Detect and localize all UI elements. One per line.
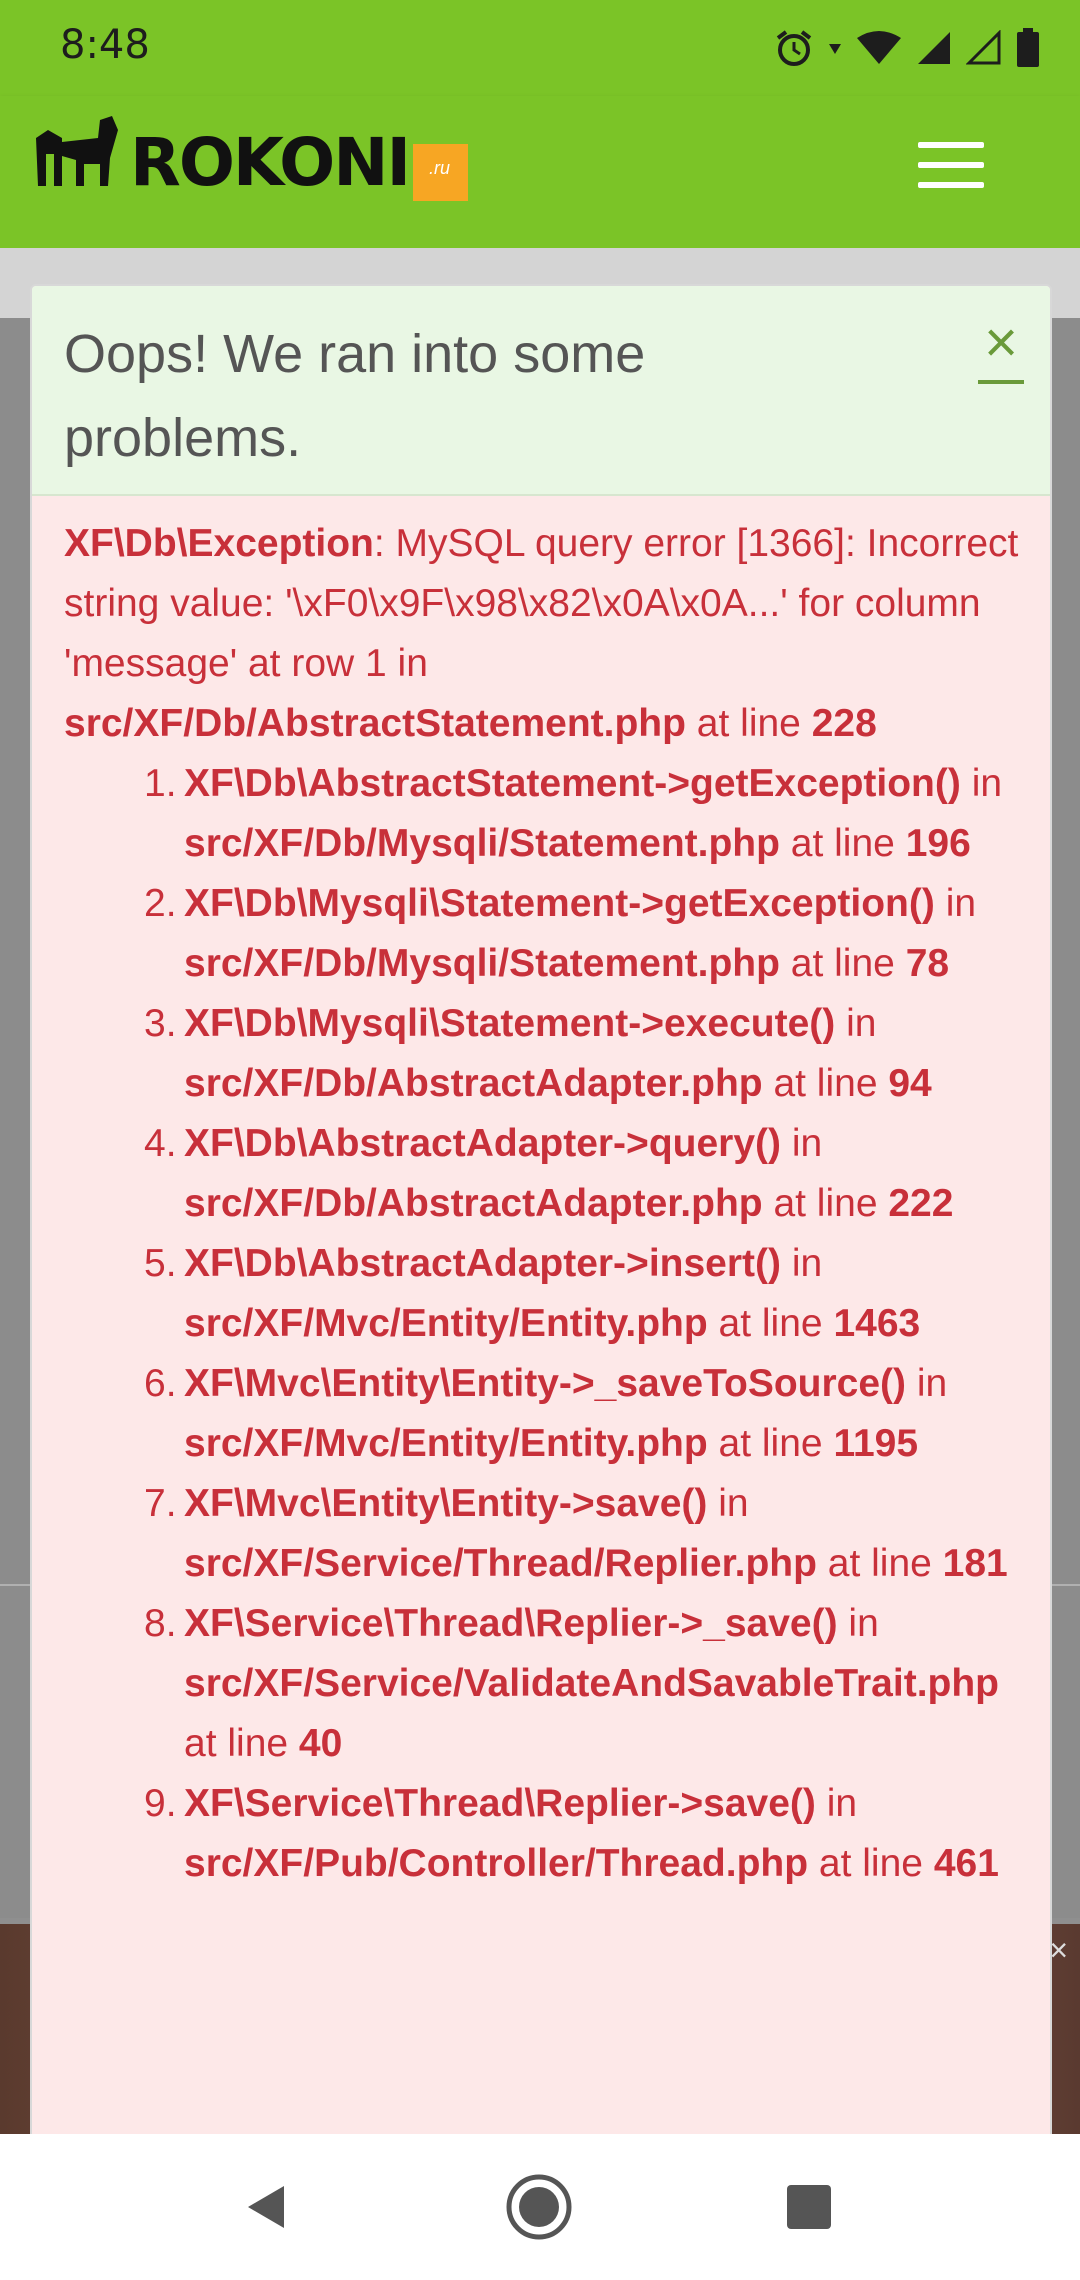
- trace-item: 3. XF\Db\Mysqli\Statement->execute() in s…: [64, 994, 1020, 1114]
- data-arrow-icon: [829, 44, 841, 54]
- trace-item: 1. XF\Db\AbstractStatement->getException(…: [64, 754, 1020, 874]
- trace-file: src/XF/Db/AbstractAdapter.php: [184, 1182, 763, 1225]
- trace-file: src/XF/Mvc/Entity/Entity.php: [184, 1422, 708, 1465]
- signal-empty-icon: [966, 30, 1001, 65]
- trace-number: 4.: [144, 1122, 177, 1165]
- hamburger-menu-icon[interactable]: [918, 142, 988, 190]
- alarm-icon: [776, 30, 812, 66]
- signal-icon: [918, 32, 950, 64]
- trace-number: 3.: [144, 1002, 177, 1045]
- trace-file: src/XF/Service/ValidateAndSavableTrait.p…: [184, 1662, 1000, 1705]
- horse-logo-icon: [36, 116, 118, 186]
- trace-item: 9. XF\Service\Thread\Replier->save() in s…: [64, 1774, 1020, 1894]
- trace-item: 2. XF\Db\Mysqli\Statement->getException()…: [64, 874, 1020, 994]
- trace-file: src/XF/Db/Mysqli/Statement.php: [184, 942, 780, 985]
- trace-item: 6. XF\Mvc\Entity\Entity->_saveToSource() …: [64, 1354, 1020, 1474]
- site-header: ROKONI .ru: [0, 96, 1080, 248]
- status-clock: 8:48: [60, 22, 150, 68]
- trace-number: 8.: [144, 1602, 177, 1645]
- trace-function: XF\Mvc\Entity\Entity->_saveToSource(): [184, 1362, 907, 1405]
- recents-icon[interactable]: [774, 2172, 844, 2242]
- trace-line: 94: [888, 1062, 932, 1105]
- trace-item: 5. XF\Db\AbstractAdapter->insert() in src…: [64, 1234, 1020, 1354]
- trace-in: in: [835, 1002, 877, 1045]
- trace-number: 9.: [144, 1782, 177, 1825]
- trace-function: XF\Db\Mysqli\Statement->execute(): [184, 1002, 836, 1045]
- trace-file: src/XF/Service/Thread/Replier.php: [184, 1542, 817, 1585]
- trace-line: 222: [888, 1182, 954, 1225]
- trace-at-line: at line: [707, 1302, 834, 1345]
- wifi-icon: [857, 31, 901, 64]
- trace-at-line: at line: [707, 1422, 834, 1465]
- trace-in: in: [781, 1122, 823, 1165]
- trace-number: 7.: [144, 1482, 177, 1525]
- trace-item: 8. XF\Service\Thread\Replier->_save() in …: [64, 1594, 1020, 1774]
- logo-tld: .ru: [413, 143, 469, 201]
- trace-line: 40: [298, 1722, 343, 1765]
- trace-number: 6.: [144, 1362, 177, 1405]
- trace-line: 196: [905, 822, 971, 865]
- trace-at-line: at line: [762, 1182, 889, 1225]
- trace-at-line: at line: [808, 1842, 934, 1885]
- trace-at-line: at line: [762, 1062, 889, 1105]
- trace-file: src/XF/Db/Mysqli/Statement.php: [184, 822, 780, 865]
- trace-at-line: at line: [816, 1542, 943, 1585]
- trace-file: src/XF/Pub/Controller/Thread.php: [184, 1842, 809, 1885]
- trace-in: in: [781, 1242, 823, 1285]
- ad-close-icon[interactable]: ×: [1049, 1932, 1068, 1969]
- battery-icon: [1017, 28, 1039, 67]
- error-title: Oops! We ran into some problems.: [64, 324, 646, 468]
- logo-text: ROKONI: [130, 124, 411, 201]
- trace-function: XF\Db\AbstractStatement->getException(): [184, 762, 961, 805]
- site-logo[interactable]: ROKONI .ru: [28, 108, 469, 218]
- close-icon[interactable]: ×: [978, 314, 1024, 384]
- trace-function: XF\Service\Thread\Replier->_save(): [184, 1602, 838, 1645]
- error-overlay-header: Oops! We ran into some problems. ×: [32, 286, 1050, 496]
- trace-function: XF\Db\Mysqli\Statement->getException(): [184, 882, 935, 925]
- trace-line: 1195: [833, 1422, 919, 1465]
- trace-number: 2.: [144, 882, 177, 925]
- trace-line: 1463: [833, 1302, 921, 1345]
- trace-in: in: [837, 1602, 879, 1645]
- system-nav-bar: [0, 2134, 1080, 2280]
- status-bar: 8:48: [0, 0, 1080, 96]
- stack-trace: 1. XF\Db\AbstractStatement->getException(…: [64, 754, 1020, 1894]
- trace-in: in: [906, 1362, 948, 1405]
- trace-at-line: at line: [184, 1722, 299, 1765]
- trace-item: 7. XF\Mvc\Entity\Entity->save() in src/XF…: [64, 1474, 1020, 1594]
- exception-file: src/XF/Db/AbstractStatement.php: [64, 702, 686, 745]
- status-icons: [774, 26, 1040, 70]
- trace-line: 461: [933, 1842, 999, 1885]
- exception-message: XF\Db\Exception: MySQL query error [1366…: [64, 514, 1020, 754]
- trace-function: XF\Mvc\Entity\Entity->save(): [184, 1482, 708, 1525]
- trace-line: 181: [942, 1542, 1008, 1585]
- error-overlay: Oops! We ran into some problems. × XF\Db…: [30, 284, 1052, 2148]
- exception-type: XF\Db\Exception: [64, 522, 374, 565]
- home-icon[interactable]: [504, 2172, 574, 2242]
- trace-at-line: at line: [779, 942, 906, 985]
- error-details: XF\Db\Exception: MySQL query error [1366…: [32, 496, 1050, 1894]
- trace-function: XF\Db\AbstractAdapter->query(): [184, 1122, 781, 1165]
- trace-item: 4. XF\Db\AbstractAdapter->query() in src/…: [64, 1114, 1020, 1234]
- exception-at-line: at line: [685, 702, 812, 745]
- trace-function: XF\Service\Thread\Replier->save(): [184, 1782, 816, 1825]
- trace-number: 1.: [144, 762, 177, 805]
- trace-in: in: [707, 1482, 749, 1525]
- trace-in: in: [960, 762, 1003, 805]
- trace-file: src/XF/Db/AbstractAdapter.php: [184, 1062, 763, 1105]
- trace-file: src/XF/Mvc/Entity/Entity.php: [184, 1302, 708, 1345]
- trace-at-line: at line: [779, 822, 906, 865]
- trace-in: in: [934, 882, 977, 925]
- trace-in: in: [815, 1782, 858, 1825]
- trace-function: XF\Db\AbstractAdapter->insert(): [184, 1242, 781, 1285]
- trace-number: 5.: [144, 1242, 177, 1285]
- back-icon[interactable]: [232, 2172, 302, 2242]
- trace-line: 78: [905, 942, 950, 985]
- exception-line: 228: [811, 702, 877, 745]
